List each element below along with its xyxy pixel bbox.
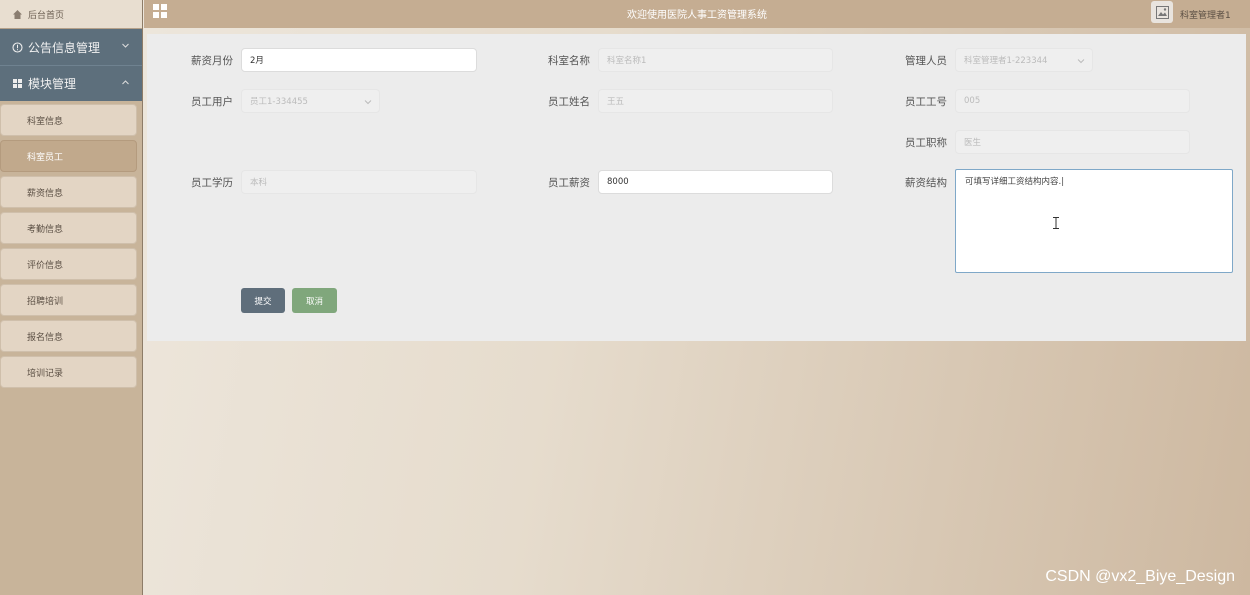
sidebar-home-link[interactable]: 后台首页 <box>0 0 142 29</box>
text-cursor-icon <box>1052 217 1060 229</box>
salary-structure-label: 薪资结构 <box>905 177 947 189</box>
menu-announcements[interactable]: 公告信息管理 <box>0 29 142 65</box>
salary-structure-textarea[interactable]: 可填写详细工资结构内容.| <box>955 169 1233 273</box>
salary-month-input[interactable]: 2月 <box>241 48 477 72</box>
manager-select[interactable]: 科室管理者1-223344 <box>955 48 1093 72</box>
menu-announcements-label: 公告信息管理 <box>28 40 101 55</box>
sidebar-item-training-records[interactable]: 培训记录 <box>0 356 137 388</box>
form-panel: 薪资月份 2月 科室名称 科室名称1 管理人员 科室管理者1-223344 员工… <box>147 34 1246 341</box>
employee-no-label: 员工工号 <box>905 96 947 108</box>
cancel-button[interactable]: 取消 <box>292 288 337 313</box>
sidebar-item-dept-staff[interactable]: 科室员工 <box>0 140 137 172</box>
salary-label: 员工薪资 <box>548 177 590 189</box>
employee-name-label: 员工姓名 <box>548 96 590 108</box>
dept-name-label: 科室名称 <box>548 55 590 67</box>
dept-name-input[interactable]: 科室名称1 <box>598 48 833 72</box>
chevron-down-icon <box>364 98 372 106</box>
top-bar: 欢迎使用医院人事工资管理系统 科室管理者1 <box>144 0 1250 28</box>
manager-label: 管理人员 <box>905 55 947 67</box>
user-name[interactable]: 科室管理者1 <box>1180 8 1231 21</box>
employee-no-input[interactable]: 005 <box>955 89 1190 113</box>
education-input[interactable]: 本科 <box>241 170 477 194</box>
chevron-down-icon <box>1077 57 1085 65</box>
menu-modules-label: 模块管理 <box>28 77 77 91</box>
chevron-up-icon <box>121 78 130 87</box>
sidebar-item-evaluation[interactable]: 评价信息 <box>0 248 137 280</box>
sidebar-item-attendance[interactable]: 考勤信息 <box>0 212 137 244</box>
employee-title-input[interactable]: 医生 <box>955 130 1190 154</box>
grid-icon <box>12 78 23 89</box>
avatar-image-icon[interactable] <box>1151 1 1173 23</box>
module-submenu: 科室信息 科室员工 薪资信息 考勤信息 评价信息 招聘培训 报名信息 培训记录 <box>0 101 142 388</box>
employee-user-label: 员工用户 <box>191 96 233 108</box>
menu-modules[interactable]: 模块管理 <box>0 65 142 101</box>
sidebar-item-recruitment[interactable]: 招聘培训 <box>0 284 137 316</box>
sidebar-item-registration[interactable]: 报名信息 <box>0 320 137 352</box>
home-icon <box>12 9 23 20</box>
employee-user-select-value: 员工1-334455 <box>250 97 308 107</box>
salary-input[interactable]: 8000 <box>598 170 833 194</box>
employee-user-select[interactable]: 员工1-334455 <box>241 89 380 113</box>
employee-name-input[interactable]: 王五 <box>598 89 833 113</box>
watermark: CSDN @vx2_Biye_Design <box>1045 568 1235 585</box>
info-circle-icon <box>12 41 23 53</box>
sidebar-item-dept-info[interactable]: 科室信息 <box>0 104 137 136</box>
sidebar: 后台首页 公告信息管理 模块管理 科室信息 科室员工 薪资信息 考勤信息 评价信… <box>0 0 143 595</box>
sidebar-home-label: 后台首页 <box>28 10 65 21</box>
manager-select-value: 科室管理者1-223344 <box>964 56 1048 66</box>
employee-title-label: 员工职称 <box>905 137 947 149</box>
salary-month-label: 薪资月份 <box>191 55 233 67</box>
sidebar-item-salary-info[interactable]: 薪资信息 <box>0 176 137 208</box>
education-label: 员工学历 <box>191 177 233 189</box>
chevron-down-icon <box>121 41 130 50</box>
page-title: 欢迎使用医院人事工资管理系统 <box>627 10 767 21</box>
submit-button[interactable]: 提交 <box>241 288 285 313</box>
